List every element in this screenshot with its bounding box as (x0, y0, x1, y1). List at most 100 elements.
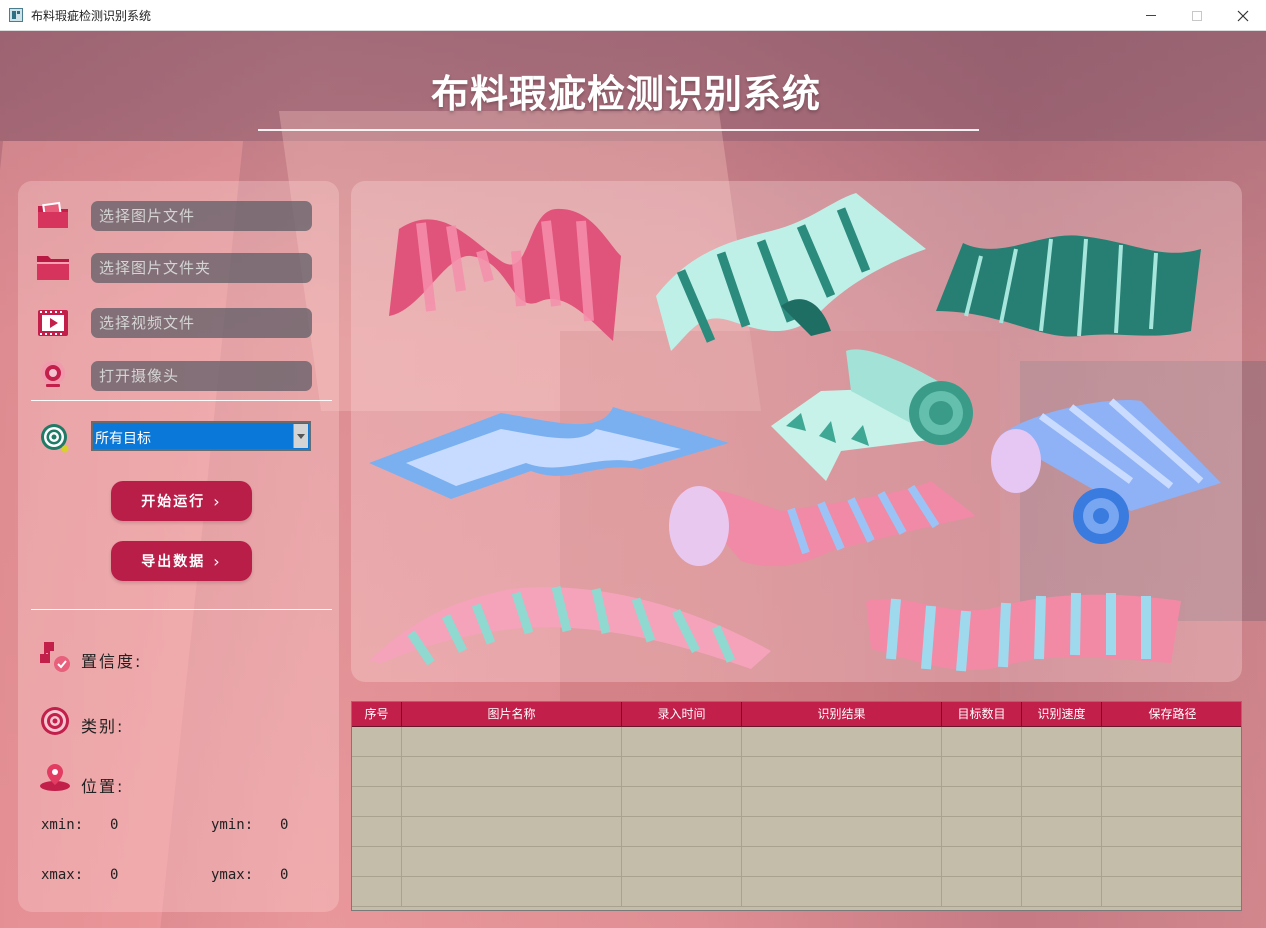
table-cell[interactable] (402, 877, 622, 907)
table-row[interactable] (352, 727, 1241, 757)
table-cell[interactable] (352, 817, 402, 847)
table-cell[interactable] (622, 757, 742, 787)
blue-blanket-illustration (369, 407, 729, 499)
location-pin-icon (38, 760, 72, 794)
xmax-value: 0 (110, 867, 119, 883)
column-header[interactable]: 目标数目 (942, 702, 1022, 726)
table-cell[interactable] (1102, 727, 1241, 757)
table-cell[interactable] (1102, 787, 1241, 817)
table-cell[interactable] (402, 847, 622, 877)
table-cell[interactable] (1102, 847, 1241, 877)
table-cell[interactable] (402, 817, 622, 847)
start-button[interactable]: 开始运行 › (111, 481, 252, 521)
table-cell[interactable] (1022, 757, 1102, 787)
table-cell[interactable] (742, 817, 942, 847)
table-cell[interactable] (1022, 727, 1102, 757)
table-cell[interactable] (1102, 877, 1241, 907)
mint-roll-illustration (771, 349, 973, 481)
table-cell[interactable] (1102, 817, 1241, 847)
table-cell[interactable] (1022, 817, 1102, 847)
video-icon[interactable] (36, 306, 70, 340)
table-cell[interactable] (742, 757, 942, 787)
chevron-down-icon[interactable] (293, 424, 308, 448)
close-icon (1237, 10, 1249, 21)
column-header[interactable]: 保存路径 (1102, 702, 1241, 726)
table-cell[interactable] (352, 847, 402, 877)
pink-scarf-illustration (389, 208, 621, 341)
target-select-value: 所有目标 (95, 431, 151, 447)
page-title: 布料瑕疵检测识别系统 (430, 72, 821, 116)
table-cell[interactable] (352, 877, 402, 907)
ymax-label: ymax: (211, 867, 254, 883)
table-row[interactable] (352, 757, 1241, 787)
image-folder-input[interactable]: 选择图片文件夹 (91, 253, 312, 283)
table-cell[interactable] (402, 727, 622, 757)
table-cell[interactable] (1022, 877, 1102, 907)
confidence-icon (38, 640, 72, 674)
video-file-input[interactable]: 选择视频文件 (91, 308, 312, 338)
table-row[interactable] (352, 787, 1241, 817)
mint-scarf-illustration (656, 193, 926, 351)
table-cell[interactable] (942, 817, 1022, 847)
column-header[interactable]: 识别速度 (1022, 702, 1102, 726)
bottom-scarf-right-illustration (866, 592, 1181, 672)
target-select[interactable]: 所有目标 (91, 421, 311, 451)
table-cell[interactable] (402, 757, 622, 787)
image-folder-icon[interactable] (36, 198, 70, 232)
table-cell[interactable] (942, 757, 1022, 787)
table-cell[interactable] (352, 727, 402, 757)
close-button[interactable] (1220, 0, 1266, 31)
table-cell[interactable] (622, 847, 742, 877)
table-cell[interactable] (352, 787, 402, 817)
maximize-button[interactable] (1174, 0, 1220, 31)
column-header[interactable]: 序号 (352, 702, 402, 726)
table-cell[interactable] (742, 727, 942, 757)
folder-icon[interactable] (36, 250, 70, 284)
ymin-value: 0 (280, 817, 289, 833)
column-header[interactable]: 图片名称 (402, 702, 622, 726)
table-cell[interactable] (352, 757, 402, 787)
start-button-label: 开始运行 (141, 494, 206, 510)
table-cell[interactable] (742, 877, 942, 907)
title-divider (258, 129, 979, 131)
table-cell[interactable] (1102, 757, 1241, 787)
table-cell[interactable] (1022, 787, 1102, 817)
xmin-value: 0 (110, 817, 119, 833)
results-table[interactable]: 序号 图片名称 录入时间 识别结果 目标数目 识别速度 保存路径 (351, 701, 1242, 911)
table-cell[interactable] (622, 727, 742, 757)
table-cell[interactable] (622, 877, 742, 907)
table-cell[interactable] (1022, 847, 1102, 877)
table-cell[interactable] (942, 727, 1022, 757)
lilac-roll-illustration (991, 398, 1221, 544)
camera-input[interactable]: 打开摄像头 (91, 361, 312, 391)
table-row[interactable] (352, 847, 1241, 877)
column-header[interactable]: 识别结果 (742, 702, 942, 726)
image-file-input[interactable]: 选择图片文件 (91, 201, 312, 231)
export-button[interactable]: 导出数据 › (111, 541, 252, 581)
table-row[interactable] (352, 817, 1241, 847)
position-label: 位置: (81, 777, 125, 796)
table-cell[interactable] (942, 847, 1022, 877)
minimize-icon (1146, 15, 1156, 16)
chevron-right-icon: › (213, 491, 222, 511)
target-icon (38, 421, 72, 455)
table-cell[interactable] (622, 817, 742, 847)
table-cell[interactable] (942, 787, 1022, 817)
camera-icon[interactable] (36, 357, 70, 391)
column-header[interactable]: 录入时间 (622, 702, 742, 726)
class-icon (38, 704, 72, 738)
table-cell[interactable] (402, 787, 622, 817)
teal-scarf-illustration (936, 235, 1201, 337)
table-cell[interactable] (942, 877, 1022, 907)
table-row[interactable] (352, 877, 1241, 907)
window-titlebar: 布料瑕疵检测识别系统 (0, 0, 1266, 31)
table-cell[interactable] (742, 847, 942, 877)
minimize-button[interactable] (1128, 0, 1174, 31)
maximize-icon (1192, 10, 1202, 21)
app-icon (9, 8, 23, 22)
xmax-label: xmax: (41, 867, 84, 883)
striped-roll-illustration (669, 481, 976, 567)
export-button-label: 导出数据 (141, 554, 206, 570)
table-cell[interactable] (742, 787, 942, 817)
table-cell[interactable] (622, 787, 742, 817)
